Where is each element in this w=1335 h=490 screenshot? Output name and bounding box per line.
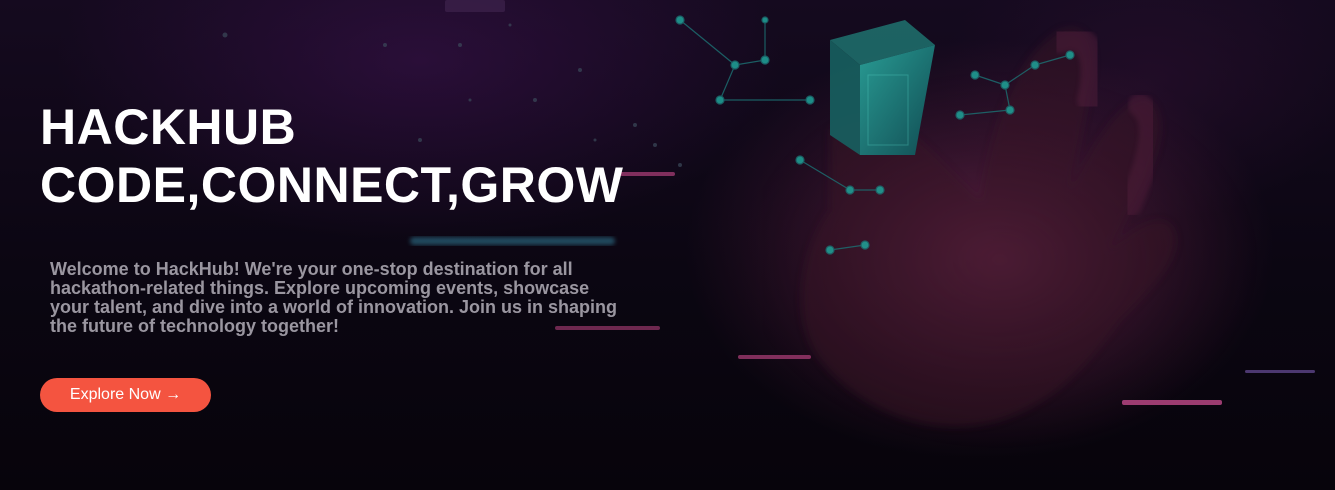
hero-title-line2: CODE,CONNECT,GROW: [40, 157, 624, 213]
hero-description: Welcome to HackHub! We're your one-stop …: [50, 259, 618, 336]
hero-content: HACKHUB CODE,CONNECT,GROW Welcome to Hac…: [40, 98, 680, 336]
hand-icon: [740, 25, 1260, 450]
hero-section: HACKHUB CODE,CONNECT,GROW Welcome to Hac…: [0, 0, 1335, 490]
hero-title-line1: HACKHUB: [40, 99, 297, 155]
explore-now-button[interactable]: Explore Now →: [40, 378, 211, 412]
hero-title: HACKHUB CODE,CONNECT,GROW: [40, 98, 680, 214]
